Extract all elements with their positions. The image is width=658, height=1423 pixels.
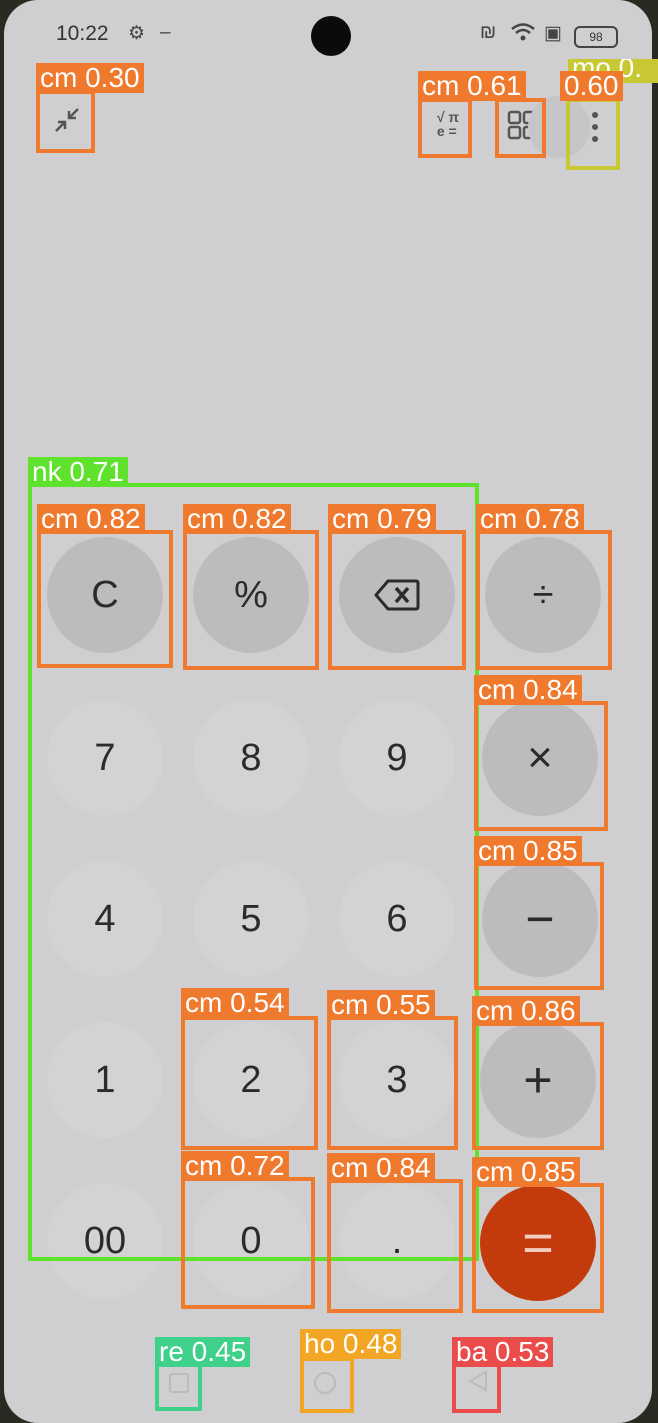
digit-3-key[interactable]: 3 [339, 1022, 455, 1138]
plus-key[interactable]: + [480, 1022, 596, 1138]
digit-2-key[interactable]: 2 [193, 1022, 309, 1138]
decimal-key[interactable]: . [339, 1183, 455, 1299]
double-zero-key[interactable]: 00 [47, 1183, 163, 1299]
front-camera [311, 16, 351, 56]
more-vert-icon [592, 112, 598, 142]
more-button-bg [528, 96, 590, 158]
digit-6-key[interactable]: 6 [339, 861, 455, 977]
recents-nav-button[interactable] [156, 1360, 198, 1402]
status-time: 10:22 [56, 22, 109, 45]
status-bar: 10:22 ⚙ – ₪ ▣ 98 [4, 0, 652, 70]
collapse-button[interactable] [44, 96, 90, 144]
home-icon [314, 1372, 336, 1394]
digit-8-key[interactable]: 8 [193, 700, 309, 816]
backspace-icon [374, 579, 420, 611]
more-options-button[interactable] [528, 94, 616, 160]
digit-5-key[interactable]: 5 [193, 861, 309, 977]
nfc-icon: ₪ [480, 22, 497, 43]
recents-icon [169, 1373, 189, 1393]
collapse-icon [55, 108, 79, 132]
equals-key[interactable]: = [480, 1185, 596, 1301]
scientific-icon-bottom: e = [436, 123, 457, 139]
clear-key[interactable]: C [47, 537, 163, 653]
back-icon [467, 1370, 487, 1392]
wifi-icon [510, 22, 536, 48]
digit-7-key[interactable]: 7 [47, 700, 163, 816]
digit-4-key[interactable]: 4 [47, 861, 163, 977]
minus-key[interactable]: − [482, 861, 598, 977]
settings-status-icon: ⚙ [128, 23, 146, 44]
scientific-icon: √ π e = [437, 110, 459, 138]
digit-0-key[interactable]: 0 [193, 1183, 309, 1299]
dash-status-icon: – [160, 22, 171, 43]
divide-key[interactable]: ÷ [485, 537, 601, 653]
sim-icon: ▣ [544, 23, 562, 44]
scientific-icon-top: √ π [436, 109, 460, 125]
home-nav-button[interactable] [302, 1360, 344, 1402]
digit-9-key[interactable]: 9 [339, 700, 455, 816]
backspace-key[interactable] [339, 537, 455, 653]
scientific-mode-button[interactable]: √ π e = [426, 96, 470, 152]
digit-1-key[interactable]: 1 [47, 1022, 163, 1138]
percent-key[interactable]: % [193, 537, 309, 653]
multiply-key[interactable]: × [482, 700, 598, 816]
back-nav-button[interactable] [456, 1360, 498, 1402]
battery-icon: 98 [574, 26, 618, 48]
phone-screen: 10:22 ⚙ – ₪ ▣ 98 √ π e = C % ÷ 7 8 9 × 4… [4, 0, 652, 1423]
